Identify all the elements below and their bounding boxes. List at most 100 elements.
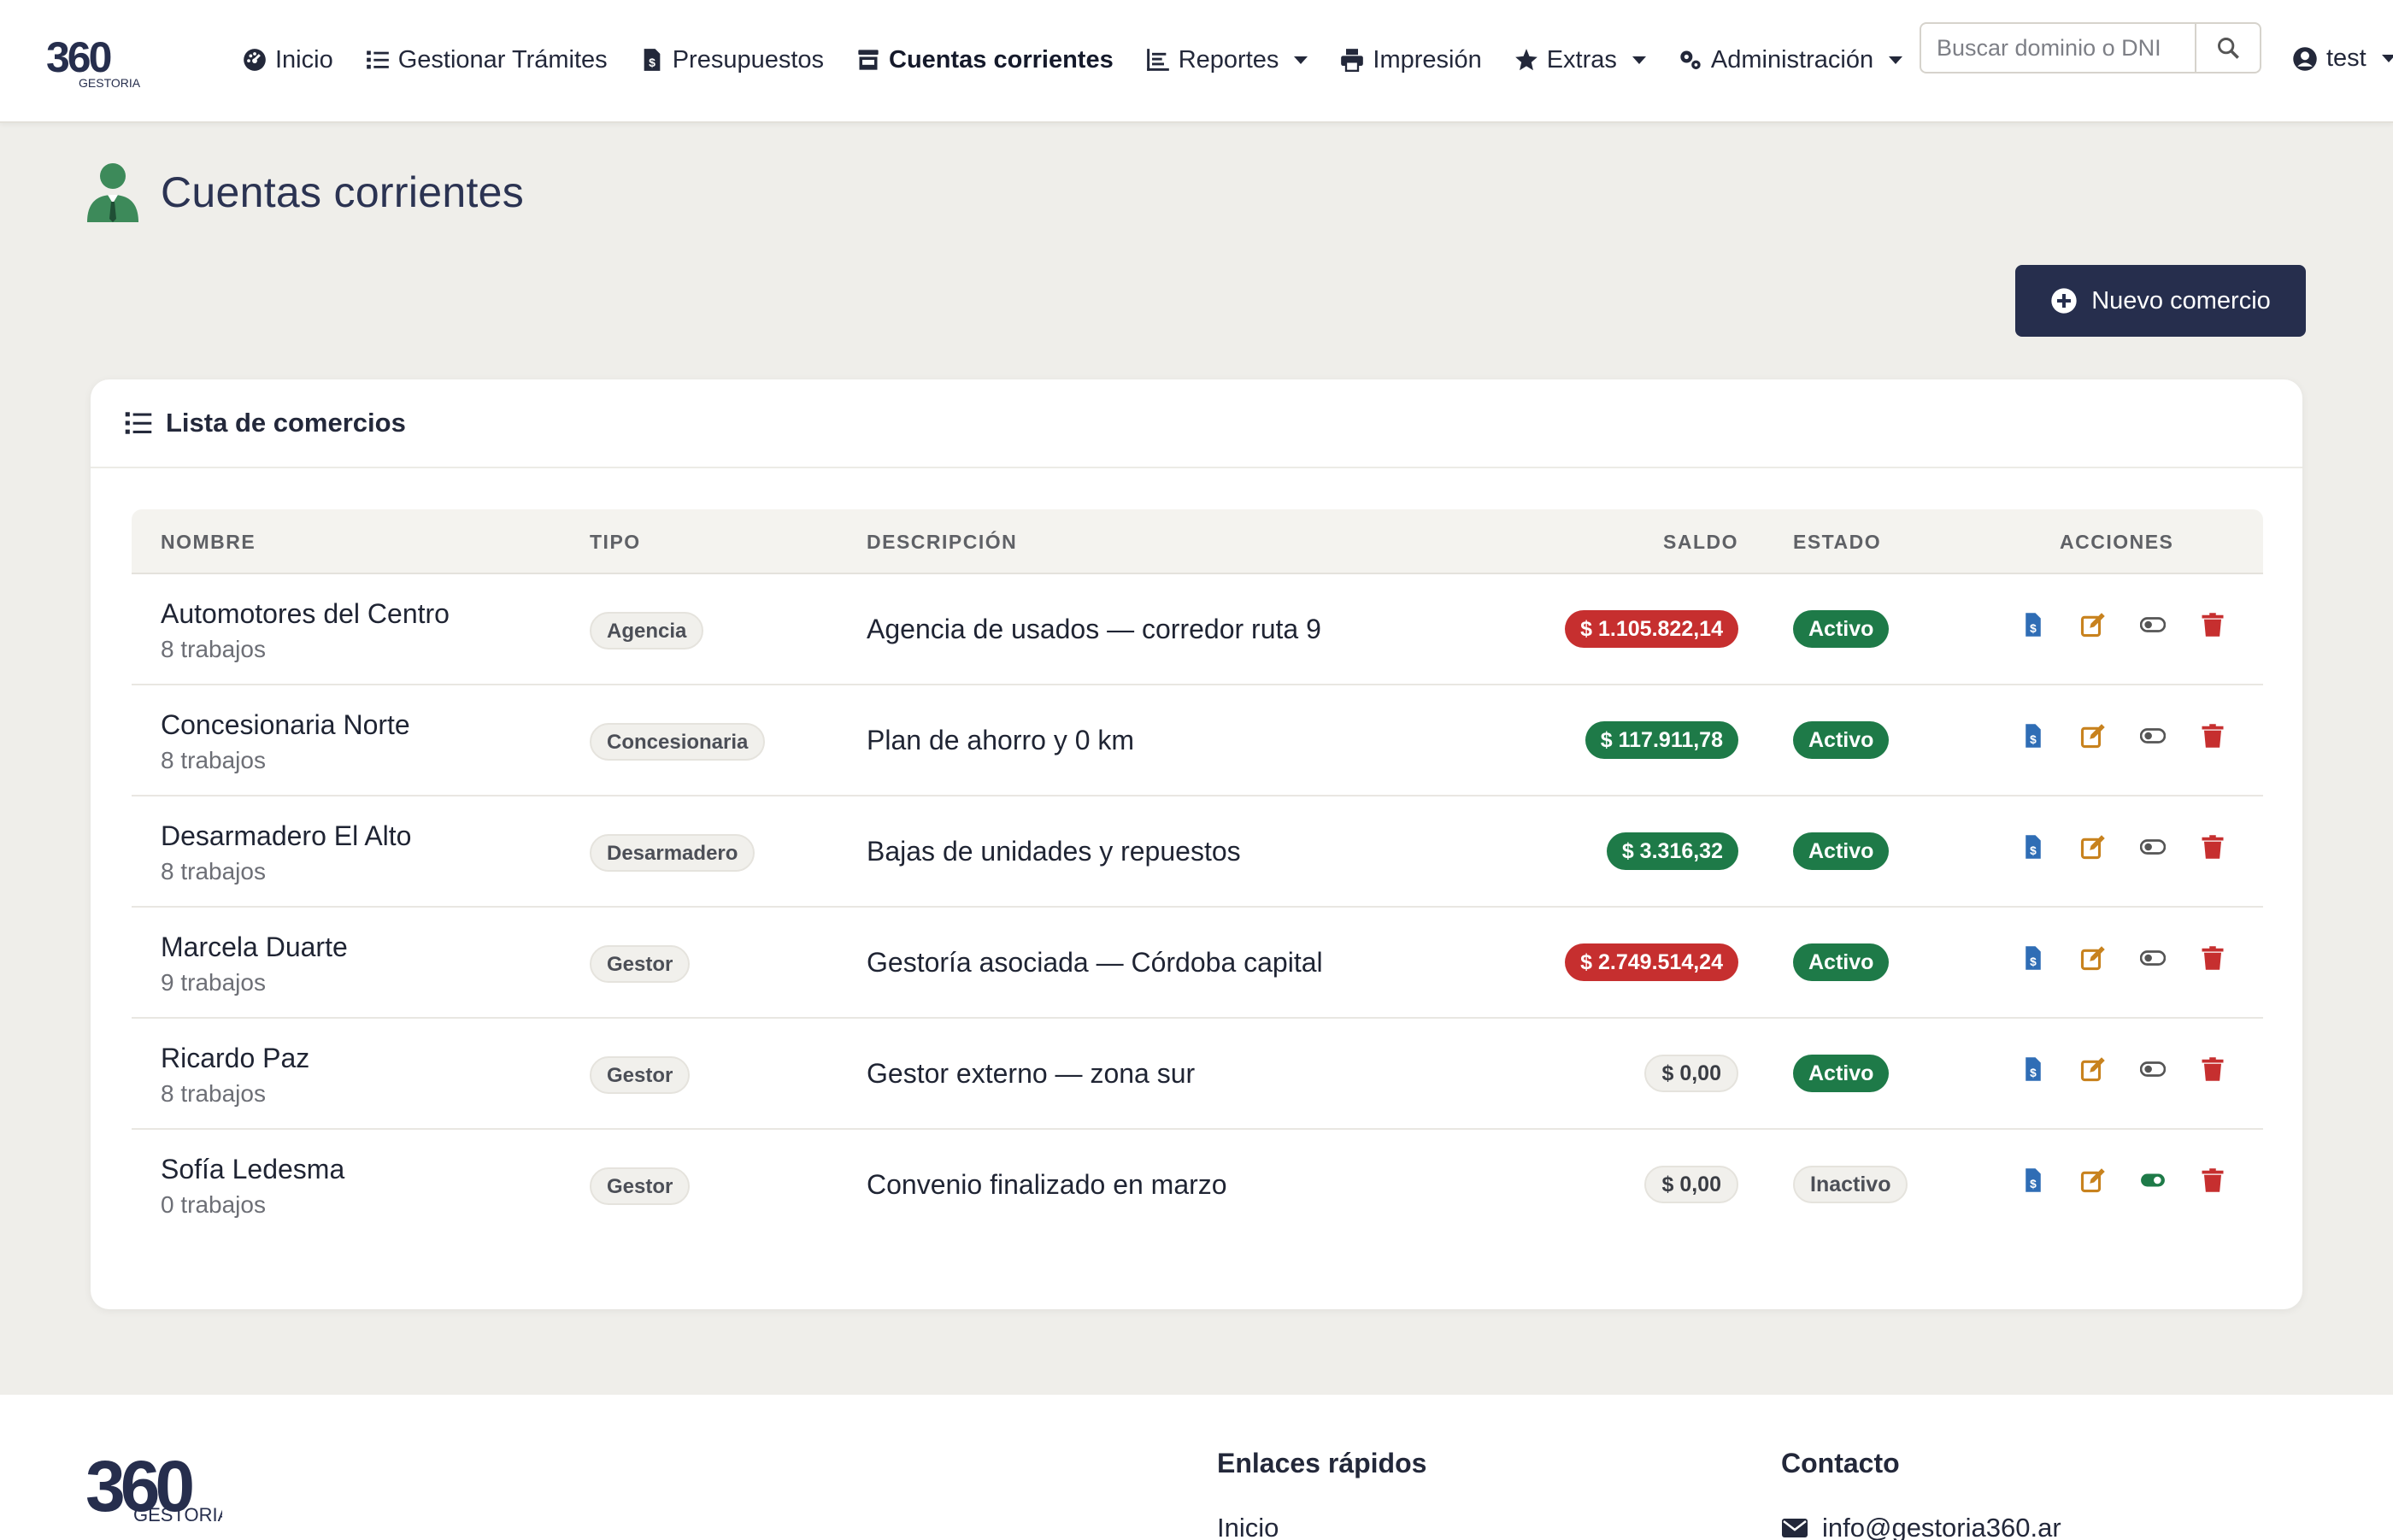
saldo-badge: $ 1.105.822,14 xyxy=(1565,610,1738,648)
chevron-down-icon xyxy=(1889,56,1903,64)
delete-button[interactable] xyxy=(2200,1056,2225,1082)
nav-gestionar-tramites[interactable]: Gestionar Trámites xyxy=(366,46,608,74)
edit-button[interactable] xyxy=(2080,1056,2106,1082)
col-tipo[interactable]: TIPO xyxy=(590,509,641,574)
delete-button[interactable] xyxy=(2200,945,2225,971)
nav-reportes-dropdown[interactable]: Reportes xyxy=(1146,46,1308,74)
trash-icon xyxy=(2202,946,2224,970)
row-nombre[interactable]: Concesionaria Norte xyxy=(161,709,410,741)
svg-text:360: 360 xyxy=(46,34,111,81)
saldo-badge: $ 0,00 xyxy=(1644,1166,1738,1203)
row-trabajos: 8 trabajos xyxy=(161,747,266,773)
nav-cuentas-corrientes[interactable]: Cuentas corrientes xyxy=(856,46,1114,74)
col-saldo[interactable]: SALDO xyxy=(1663,509,1738,574)
edit-button[interactable] xyxy=(2080,834,2106,860)
plus-circle-icon xyxy=(2051,288,2077,314)
statement-button[interactable]: $ xyxy=(2020,723,2046,749)
file-invoice-icon: $ xyxy=(2026,835,2041,859)
tipo-badge: Desarmadero xyxy=(590,834,756,872)
page-title: Cuentas corrientes xyxy=(161,168,525,216)
trash-icon xyxy=(2202,1168,2224,1192)
edit-button[interactable] xyxy=(2080,723,2106,749)
row-nombre[interactable]: Ricardo Paz xyxy=(161,1043,309,1074)
table-row: Ricardo Paz 8 trabajos Gestor Gestor ext… xyxy=(132,1019,2263,1130)
statement-button[interactable]: $ xyxy=(2020,834,2046,860)
col-descripcion[interactable]: DESCRIPCIÓN xyxy=(867,509,1017,574)
statement-button[interactable]: $ xyxy=(2020,1167,2046,1193)
delete-button[interactable] xyxy=(2200,612,2225,638)
table-header: NOMBRE TIPO DESCRIPCIÓN SALDO ESTADO ACC… xyxy=(132,509,2263,574)
status-badge: Inactivo xyxy=(1793,1166,1908,1203)
saldo-badge: $ 117.911,78 xyxy=(1585,721,1738,759)
edit-icon xyxy=(2080,613,2105,638)
statement-button[interactable]: $ xyxy=(2020,1056,2046,1082)
col-acciones: ACCIONES xyxy=(2060,531,2174,553)
toggle-button[interactable] xyxy=(2140,945,2166,971)
status-badge: Activo xyxy=(1793,832,1890,870)
brand-logo[interactable]: 360 GESTORIA xyxy=(46,34,140,89)
search-icon xyxy=(2218,38,2239,59)
list-icon xyxy=(125,412,152,434)
trash-icon xyxy=(2202,1057,2224,1081)
footer-email: info@gestoria360.ar xyxy=(1822,1513,2061,1540)
toggle-on-icon xyxy=(2141,1173,2165,1187)
row-descripcion: Agencia de usados — corredor ruta 9 xyxy=(867,614,1321,644)
tipo-badge: Agencia xyxy=(590,612,704,650)
footer-brand-logo: 360 GESTORIA xyxy=(85,1446,222,1523)
edit-button[interactable] xyxy=(2080,945,2106,971)
nav-administracion-label: Administración xyxy=(1710,45,1874,73)
search-button[interactable] xyxy=(2195,24,2260,72)
toggle-button[interactable] xyxy=(2140,612,2166,638)
search-box xyxy=(1920,22,2261,73)
col-estado[interactable]: ESTADO xyxy=(1793,509,1881,574)
nav-impresion[interactable]: Impresión xyxy=(1340,46,1482,74)
delete-button[interactable] xyxy=(2200,723,2225,749)
comercios-card: Lista de comercios NOMBRE TIPO DESCRIPCI… xyxy=(91,379,2302,1309)
toggle-button[interactable] xyxy=(2140,834,2166,860)
new-comercio-button[interactable]: Nuevo comercio xyxy=(2015,265,2306,337)
delete-button[interactable] xyxy=(2200,1167,2225,1193)
toggle-button[interactable] xyxy=(2140,1056,2166,1082)
statement-button[interactable]: $ xyxy=(2020,612,2046,638)
user-menu-dropdown[interactable]: test xyxy=(2292,44,2393,73)
chevron-down-icon xyxy=(1632,56,1646,64)
toggle-button[interactable] xyxy=(2140,1167,2166,1193)
row-nombre[interactable]: Marcela Duarte xyxy=(161,932,348,963)
status-badge: Activo xyxy=(1793,943,1890,981)
file-invoice-icon: $ xyxy=(2026,613,2041,637)
row-nombre[interactable]: Sofía Ledesma xyxy=(161,1154,344,1185)
svg-text:$: $ xyxy=(2030,844,2037,857)
status-badge: Activo xyxy=(1793,1055,1890,1092)
row-descripcion: Plan de ahorro y 0 km xyxy=(867,725,1135,755)
nav-presupuestos[interactable]: $ Presupuestos xyxy=(640,46,824,74)
dashboard-icon xyxy=(244,49,266,71)
tipo-badge: Gestor xyxy=(590,1056,691,1094)
row-descripcion: Bajas de unidades y repuestos xyxy=(867,836,1241,867)
search-input[interactable] xyxy=(1921,24,2195,72)
edit-button[interactable] xyxy=(2080,1167,2106,1193)
row-nombre[interactable]: Automotores del Centro xyxy=(161,598,450,630)
tipo-badge: Gestor xyxy=(590,1167,691,1205)
footer-link-inicio[interactable]: Inicio xyxy=(1217,1513,1279,1540)
store-icon xyxy=(858,50,879,70)
footer-link-inicio-label: Inicio xyxy=(1217,1513,1279,1540)
row-actions: $ xyxy=(2020,1167,2225,1193)
nav-extras-dropdown[interactable]: Extras xyxy=(1514,46,1646,74)
printer-icon xyxy=(1341,49,1364,72)
tipo-badge: Gestor xyxy=(590,945,691,983)
nav-reportes-label: Reportes xyxy=(1178,45,1279,73)
footer-email-link[interactable]: info@gestoria360.ar xyxy=(1781,1513,2061,1540)
file-invoice-icon: $ xyxy=(2026,1168,2041,1192)
nav-inicio[interactable]: Inicio xyxy=(243,46,333,74)
nav-administracion-dropdown[interactable]: Administración xyxy=(1679,45,1903,74)
statement-button[interactable]: $ xyxy=(2020,945,2046,971)
toggle-off-icon xyxy=(2140,617,2166,632)
svg-text:$: $ xyxy=(2030,1178,2037,1190)
edit-button[interactable] xyxy=(2080,612,2106,638)
invoice-icon: $ xyxy=(644,49,661,71)
col-nombre[interactable]: NOMBRE xyxy=(161,509,256,574)
toggle-button[interactable] xyxy=(2140,723,2166,749)
list-icon xyxy=(366,50,389,69)
delete-button[interactable] xyxy=(2200,834,2225,860)
row-nombre[interactable]: Desarmadero El Alto xyxy=(161,820,411,852)
